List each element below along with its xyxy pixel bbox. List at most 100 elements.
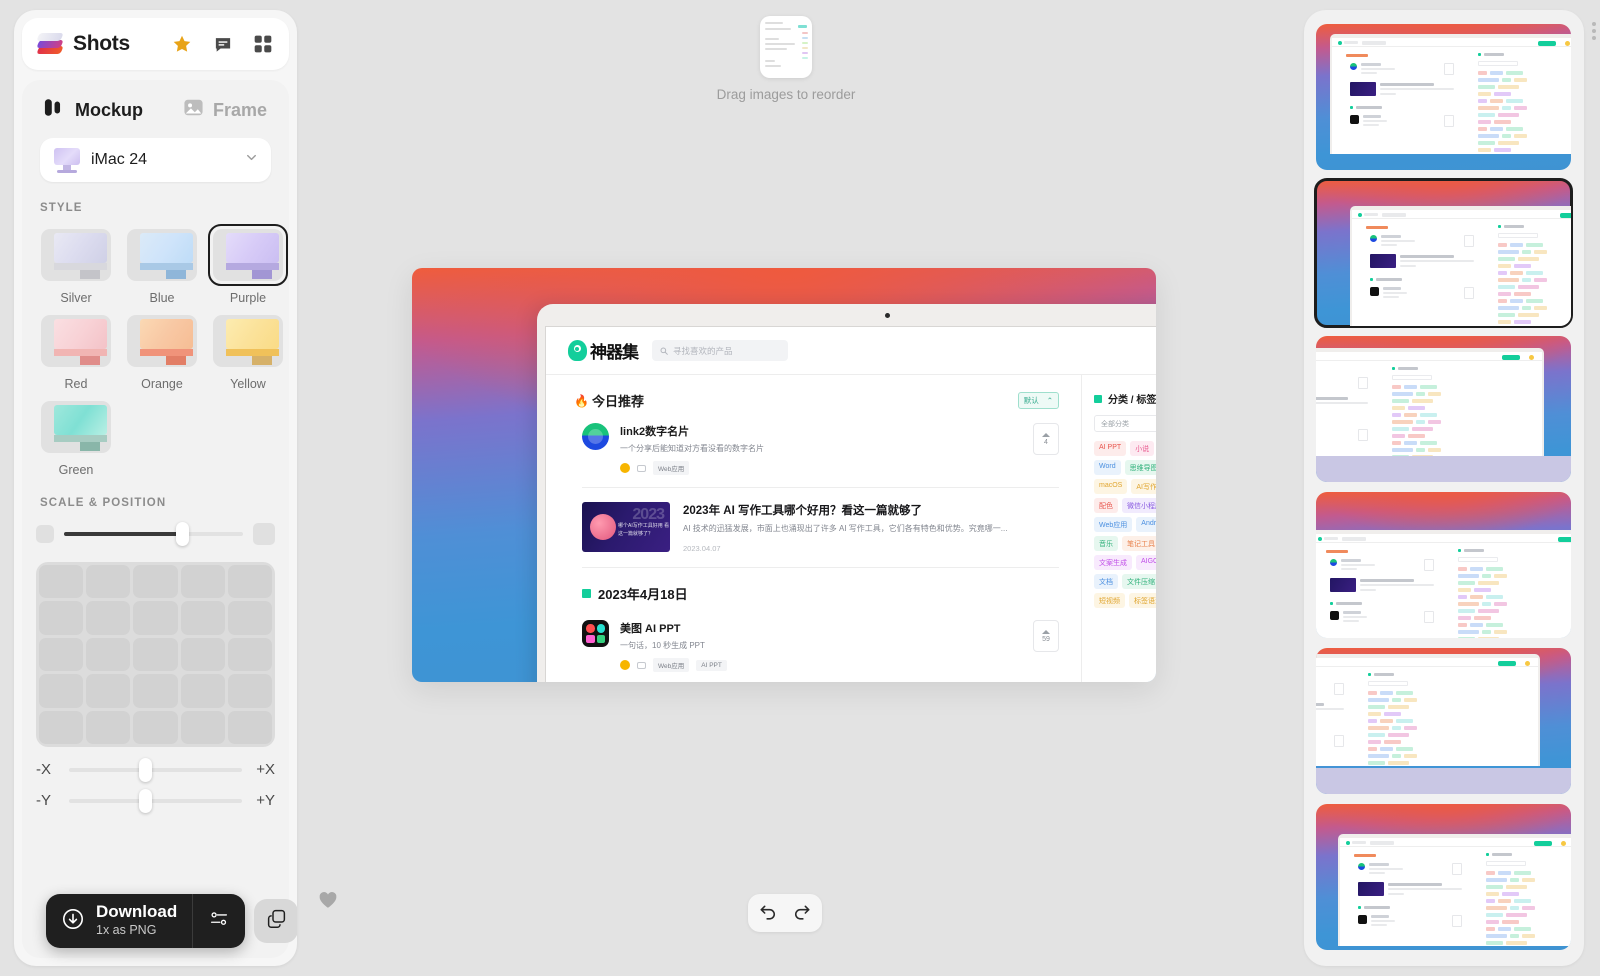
position-cell[interactable]: [86, 601, 130, 634]
tab-frame[interactable]: Frame: [183, 98, 267, 122]
vote-button[interactable]: 4: [1033, 423, 1059, 455]
category-tag[interactable]: Web应用: [1094, 517, 1132, 532]
style-option-label: Red: [65, 377, 88, 391]
position-cell[interactable]: [39, 711, 83, 744]
category-tag[interactable]: 标签语法: [1129, 593, 1156, 608]
category-tag[interactable]: 小说: [1130, 441, 1154, 456]
position-cell[interactable]: [133, 674, 177, 707]
style-option-blue[interactable]: Blue: [122, 224, 202, 305]
position-cell[interactable]: [228, 638, 272, 671]
position-cell[interactable]: [181, 674, 225, 707]
redo-icon[interactable]: [792, 903, 812, 923]
x-slider[interactable]: [69, 768, 242, 772]
product-tag[interactable]: AI PPT: [696, 660, 727, 671]
y-slider-row: -Y +Y: [22, 778, 289, 809]
category-tag[interactable]: Word: [1094, 460, 1121, 475]
position-cell[interactable]: [181, 601, 225, 634]
device-screen: 神器集 寻找喜欢的产品 🔥 今日推荐: [545, 326, 1156, 682]
position-cell[interactable]: [39, 601, 83, 634]
reorder-dropzone[interactable]: Drag images to reorder: [700, 16, 872, 102]
position-cell[interactable]: [39, 565, 83, 598]
drag-handle-icon[interactable]: [1592, 22, 1596, 40]
position-cell[interactable]: [86, 711, 130, 744]
category-tag[interactable]: 文案生成: [1094, 555, 1132, 570]
left-sidebar: Shots Mockup: [14, 10, 297, 966]
category-tag[interactable]: 思维导图: [1125, 460, 1156, 475]
category-select[interactable]: 全部分类: [1094, 415, 1156, 432]
style-option-orange[interactable]: Orange: [122, 310, 202, 391]
category-tag[interactable]: 短视频: [1094, 593, 1125, 608]
position-cell[interactable]: [228, 674, 272, 707]
device-selector[interactable]: iMac 24: [40, 138, 271, 182]
star-icon[interactable]: [171, 34, 193, 55]
category-tag[interactable]: 音乐: [1094, 536, 1118, 551]
position-cell[interactable]: [181, 638, 225, 671]
thumbnail-item[interactable]: [1316, 24, 1571, 170]
scale-decrease-button[interactable]: [36, 525, 54, 543]
position-cell[interactable]: [133, 565, 177, 598]
scale-slider[interactable]: [64, 532, 243, 536]
position-cell[interactable]: [86, 638, 130, 671]
mockup-preview[interactable]: 神器集 寻找喜欢的产品 🔥 今日推荐: [412, 268, 1156, 682]
product-tag[interactable]: Web应用: [653, 461, 689, 475]
thumbnail-item[interactable]: [1316, 804, 1571, 950]
style-option-silver[interactable]: Silver: [36, 224, 116, 305]
category-tag[interactable]: 配色: [1094, 498, 1118, 513]
copy-button[interactable]: [254, 899, 297, 943]
position-cell[interactable]: [228, 565, 272, 598]
position-grid: [36, 562, 275, 747]
style-option-yellow[interactable]: Yellow: [208, 310, 288, 391]
heart-icon[interactable]: [318, 890, 338, 914]
product-row[interactable]: link2数字名片 一个分享后能知道对方看没看的数字名片 Web应用: [574, 410, 1059, 485]
screenshot-thumb-icon[interactable]: [760, 16, 812, 78]
category-tag[interactable]: AIGC: [1136, 555, 1156, 570]
vote-button[interactable]: 59: [1033, 620, 1059, 652]
scale-slider-knob[interactable]: [176, 522, 189, 546]
product-row[interactable]: 美图 AI PPT 一句话，10 秒生成 PPT Web应用 AI PPT: [574, 607, 1059, 682]
position-cell[interactable]: [228, 601, 272, 634]
grid-icon[interactable]: [253, 34, 273, 54]
sort-dropdown[interactable]: 默认 ⌃: [1018, 392, 1059, 409]
position-cell[interactable]: [133, 711, 177, 744]
x-slider-knob[interactable]: [139, 758, 152, 782]
position-cell[interactable]: [181, 711, 225, 744]
category-tag[interactable]: AI PPT: [1094, 441, 1126, 456]
download-button[interactable]: Download 1x as PNG: [46, 894, 245, 948]
y-slider-knob[interactable]: [139, 789, 152, 813]
undo-icon[interactable]: [758, 903, 778, 923]
category-tag[interactable]: AI写作: [1131, 479, 1156, 494]
position-cell[interactable]: [133, 638, 177, 671]
thumbnail-item[interactable]: [1316, 336, 1571, 482]
category-tag[interactable]: 文件压缩: [1122, 574, 1156, 589]
article-row[interactable]: 2023 哪个AI写作工具好用 看这一篇就够了？ 2023年 AI 写作工具哪个…: [574, 488, 1059, 565]
position-cell[interactable]: [181, 565, 225, 598]
vote-up-icon: [1042, 433, 1050, 437]
thumbnail-item[interactable]: [1316, 492, 1571, 638]
product-tag[interactable]: Web应用: [653, 658, 689, 672]
position-cell[interactable]: [133, 601, 177, 634]
position-cell[interactable]: [86, 674, 130, 707]
category-tag[interactable]: 笔记工具: [1122, 536, 1156, 551]
y-slider[interactable]: [69, 799, 242, 803]
category-tag[interactable]: 微信小程序: [1122, 498, 1156, 513]
position-cell[interactable]: [39, 674, 83, 707]
style-option-purple[interactable]: Purple: [208, 224, 288, 305]
thumbnail-item[interactable]: [1316, 648, 1571, 794]
style-option-red[interactable]: Red: [36, 310, 116, 391]
site-search-input[interactable]: 寻找喜欢的产品: [652, 340, 788, 361]
position-cell[interactable]: [228, 711, 272, 744]
product-meta: Web应用 AI PPT: [620, 658, 1022, 672]
category-tag[interactable]: macOS: [1094, 479, 1127, 494]
chat-icon[interactable]: [213, 35, 233, 54]
thumbnail-item[interactable]: [1316, 180, 1571, 326]
style-option-green[interactable]: Green: [36, 396, 116, 477]
category-tag[interactable]: Android: [1136, 517, 1156, 532]
download-options-button[interactable]: [193, 910, 245, 933]
category-tag[interactable]: 文档: [1094, 574, 1118, 589]
site-logo[interactable]: 神器集: [568, 338, 638, 363]
position-cell[interactable]: [86, 565, 130, 598]
tab-mockup[interactable]: Mockup: [44, 98, 143, 122]
history-controls: [748, 894, 822, 932]
scale-increase-button[interactable]: [253, 523, 275, 545]
position-cell[interactable]: [39, 638, 83, 671]
